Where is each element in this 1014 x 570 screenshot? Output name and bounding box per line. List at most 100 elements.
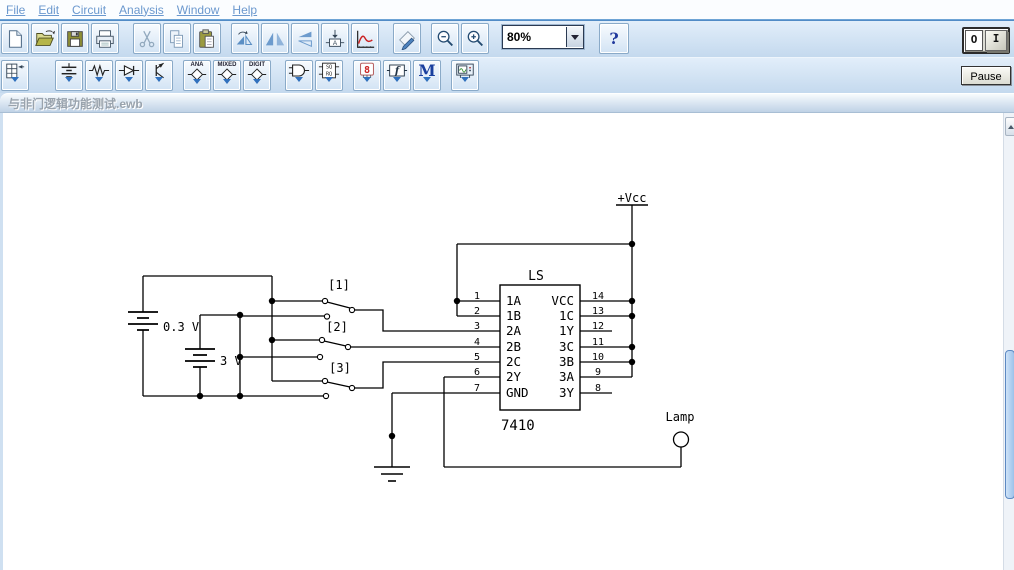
zoom-out-button[interactable] — [431, 23, 459, 54]
lamp-indicator[interactable]: Lamp — [666, 410, 695, 447]
component-properties-button[interactable] — [393, 23, 421, 54]
rotate-button[interactable] — [231, 23, 259, 54]
pin-number: 9 — [595, 367, 601, 378]
mixed-ics-bin-button[interactable]: MIXED — [213, 60, 241, 91]
circuit-drawing: 0.3 V 3 V [1] [2] — [3, 113, 1003, 570]
switch-3[interactable]: [3] — [322, 361, 354, 399]
open-button[interactable] — [31, 23, 59, 54]
pause-button[interactable]: Pause — [961, 66, 1011, 85]
flip-vertical-button[interactable] — [291, 23, 319, 54]
menu-item-circuit[interactable]: Circuit — [72, 3, 106, 17]
lamp-label: Lamp — [666, 410, 695, 424]
menu-item-help[interactable]: Help — [232, 3, 257, 17]
basic-bin-button[interactable] — [85, 60, 113, 91]
display-graphs-button[interactable] — [351, 23, 379, 54]
pin-number: 11 — [592, 337, 604, 348]
pin-label: 1Y — [559, 323, 575, 338]
menu-item-file[interactable]: File — [6, 3, 25, 17]
analog-ics-bin-button[interactable]: ANA — [183, 60, 211, 91]
switch-label: [2] — [326, 320, 348, 334]
parts-bin-toolbar: ANA MIXED DIGIT SQRQ 8 f M — [0, 57, 1014, 93]
pin-label: VCC — [551, 293, 574, 308]
scroll-up-button[interactable] — [1005, 117, 1014, 136]
sources-bin-button[interactable] — [55, 60, 83, 91]
switch-label: [1] — [328, 278, 350, 292]
document-title-bar: 与非门逻辑功能测试.ewb — [0, 93, 1014, 113]
switch-1[interactable]: [1] — [322, 278, 354, 319]
dropdown-arrow — [155, 77, 163, 86]
menu-item-analysis[interactable]: Analysis — [119, 3, 164, 17]
miscellaneous-bin-button[interactable]: M — [413, 60, 441, 91]
help-button[interactable]: ? — [599, 23, 629, 54]
save-button[interactable] — [61, 23, 89, 54]
controls-bin-button[interactable]: f — [383, 60, 411, 91]
custom-bin-button[interactable] — [1, 60, 29, 91]
digital-bin-button[interactable]: SQRQ — [315, 60, 343, 91]
arrow-up-icon — [1008, 122, 1014, 129]
indicators-bin-button[interactable]: 8 — [353, 60, 381, 91]
paste-button[interactable] — [193, 23, 221, 54]
save-floppy-icon — [64, 28, 86, 50]
zoom-level-value: 80% — [503, 30, 566, 44]
circuit-canvas[interactable]: 0.3 V 3 V [1] [2] — [3, 113, 1003, 570]
zoom-in-button[interactable] — [461, 23, 489, 54]
zoom-level-select[interactable]: 80% — [502, 25, 584, 49]
digital-ics-bin-button[interactable]: DIGIT — [243, 60, 271, 91]
battery-3v[interactable]: 3 V — [185, 349, 242, 368]
menu-item-edit[interactable]: Edit — [38, 3, 59, 17]
flip-horizontal-icon — [264, 28, 286, 50]
copy-button[interactable] — [163, 23, 191, 54]
dropdown-arrow — [253, 79, 261, 88]
pin-label: 3A — [559, 369, 575, 384]
dropdown-arrow — [11, 77, 19, 86]
pin-label: GND — [506, 385, 529, 400]
pin-number: 12 — [592, 321, 604, 332]
help-icon: ? — [609, 29, 618, 48]
vertical-scrollbar[interactable] — [1003, 113, 1014, 570]
subcircuit-glyph: A — [333, 39, 338, 46]
open-folder-icon — [34, 28, 56, 50]
dropdown-arrow — [125, 77, 133, 86]
ic-7410[interactable]: LS 7410 1A 1B 2A 2B 2C 2Y GND VCC 1C 1Y … — [474, 269, 604, 434]
pin-number: 13 — [592, 306, 604, 317]
pin-number: 6 — [474, 367, 480, 378]
pin-number: 4 — [474, 337, 480, 348]
scrollbar-thumb[interactable] — [1005, 350, 1014, 499]
pin-label: 1A — [506, 293, 522, 308]
dropdown-arrow — [461, 77, 469, 86]
new-button[interactable] — [1, 23, 29, 54]
pin-number: 7 — [474, 383, 480, 394]
menu-item-window[interactable]: Window — [177, 3, 220, 17]
cut-scissors-icon — [136, 28, 158, 50]
chip-part-number: 7410 — [501, 418, 535, 434]
ground-symbol[interactable] — [374, 467, 410, 481]
zoom-dropdown-button[interactable] — [566, 27, 583, 47]
dropdown-arrow — [325, 77, 333, 86]
graphs-icon — [354, 28, 376, 50]
pin-label: 2C — [506, 354, 521, 369]
flip-horizontal-button[interactable] — [261, 23, 289, 54]
switch-2[interactable]: [2] — [317, 320, 350, 360]
rotate-icon — [234, 28, 256, 50]
menu-bar: File Edit Circuit Analysis Window Help — [0, 0, 1014, 19]
sevenseg-glyph: 8 — [364, 65, 370, 76]
diodes-bin-button[interactable] — [115, 60, 143, 91]
print-icon — [94, 28, 116, 50]
power-switch[interactable]: O I — [962, 27, 1010, 54]
subcircuit-icon: A — [324, 28, 346, 50]
power-on-key[interactable]: I — [985, 30, 1007, 51]
logic-gates-bin-button[interactable] — [285, 60, 313, 91]
copy-icon — [166, 28, 188, 50]
battery-0-3v[interactable]: 0.3 V — [128, 312, 199, 334]
create-subcircuit-button[interactable]: A — [321, 23, 349, 54]
instruments-bin-button[interactable] — [451, 60, 479, 91]
print-button[interactable] — [91, 23, 119, 54]
power-off-key[interactable]: O — [965, 30, 983, 51]
vcc-source[interactable]: +Vcc — [616, 191, 648, 205]
transistors-bin-button[interactable] — [145, 60, 173, 91]
properties-icon — [396, 28, 418, 50]
pin-number: 2 — [474, 306, 480, 317]
power-on-label: I — [993, 32, 1000, 45]
cut-button[interactable] — [133, 23, 161, 54]
vcc-label: +Vcc — [618, 191, 647, 205]
